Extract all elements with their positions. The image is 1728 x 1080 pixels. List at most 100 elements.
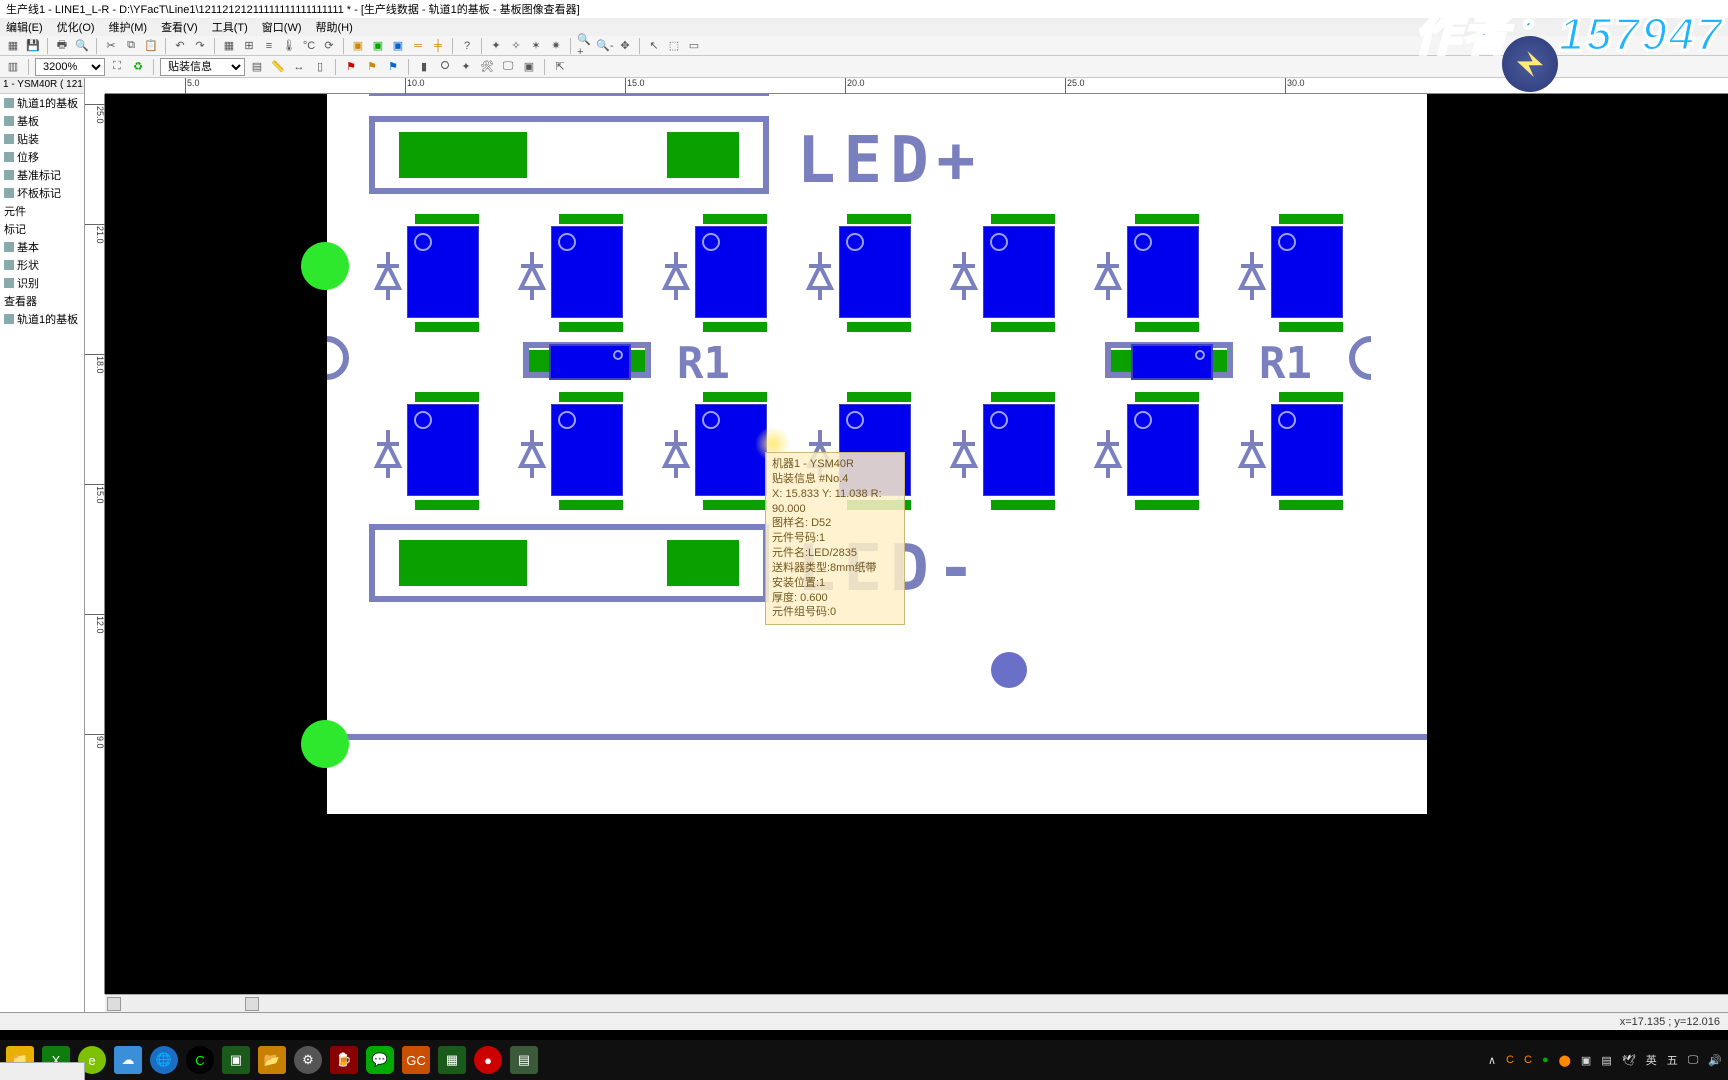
tray-ime[interactable]: 英 xyxy=(1646,1052,1657,1068)
tray-icon[interactable]: ∧ xyxy=(1488,1054,1496,1067)
pad[interactable] xyxy=(1135,500,1199,510)
grid-icon[interactable]: ▦ xyxy=(220,37,238,55)
list-icon[interactable]: ▤ xyxy=(248,58,266,76)
undo-icon[interactable]: ↶ xyxy=(171,37,189,55)
tool-icon[interactable]: 🛠 xyxy=(478,58,496,76)
component-led[interactable] xyxy=(1127,404,1199,496)
pad[interactable] xyxy=(703,214,767,224)
fiducial-green[interactable] xyxy=(301,242,349,290)
component-led[interactable] xyxy=(983,404,1055,496)
component-r1[interactable] xyxy=(549,344,631,380)
pad[interactable] xyxy=(559,322,623,332)
grid2-icon[interactable]: ⊞ xyxy=(240,37,258,55)
pad[interactable] xyxy=(399,540,527,586)
ruler-icon[interactable]: ═ xyxy=(409,37,427,55)
pad[interactable] xyxy=(703,322,767,332)
tray-icon[interactable]: ▤ xyxy=(1601,1054,1611,1067)
tree-fiducial[interactable]: 基准标记 xyxy=(0,166,84,184)
app-icon[interactable]: ▣ xyxy=(222,1046,250,1074)
board-icon[interactable]: ▣ xyxy=(349,37,367,55)
component-led[interactable] xyxy=(551,226,623,318)
pad[interactable] xyxy=(703,500,767,510)
menu-maintain[interactable]: 维护(M) xyxy=(109,19,148,35)
bars-icon[interactable]: ▮ xyxy=(415,58,433,76)
app-icon[interactable]: ▤ xyxy=(510,1046,538,1074)
pad[interactable] xyxy=(1135,392,1199,402)
pad[interactable] xyxy=(991,392,1055,402)
tray-icon[interactable]: 🕊 xyxy=(1622,1054,1636,1067)
fiducial-blue[interactable] xyxy=(991,652,1027,688)
ruler2-icon[interactable]: ╪ xyxy=(429,37,447,55)
export-icon[interactable]: ⇱ xyxy=(551,58,569,76)
dim-icon[interactable]: ↔ xyxy=(290,58,308,76)
new-icon[interactable]: ▦ xyxy=(4,37,22,55)
scrollbar-horizontal[interactable] xyxy=(105,994,1728,1012)
pad[interactable] xyxy=(1279,500,1343,510)
pad[interactable] xyxy=(415,500,479,510)
component-led[interactable] xyxy=(839,226,911,318)
cut-icon[interactable]: ✂ xyxy=(102,37,120,55)
tray-icon[interactable]: C xyxy=(1506,1054,1514,1066)
app-icon[interactable]: C xyxy=(186,1046,214,1074)
tree-badmark[interactable]: 坏板标记 xyxy=(0,184,84,202)
pad[interactable] xyxy=(991,500,1055,510)
pad[interactable] xyxy=(559,214,623,224)
tray-icon[interactable]: ⬤ xyxy=(1559,1054,1571,1067)
tree-viewer[interactable]: 查看器 xyxy=(0,292,84,310)
marquee-icon[interactable]: ▭ xyxy=(685,37,703,55)
help-icon[interactable]: ? xyxy=(458,37,476,55)
pad[interactable] xyxy=(847,214,911,224)
flag-blue-icon[interactable]: ⚑ xyxy=(384,58,402,76)
tree-mark[interactable]: 标记 xyxy=(0,220,84,238)
component-led[interactable] xyxy=(1271,226,1343,318)
pad[interactable] xyxy=(847,392,911,402)
component-led[interactable] xyxy=(695,226,767,318)
tree-basic[interactable]: 基本 xyxy=(0,238,84,256)
component-led[interactable] xyxy=(1271,404,1343,496)
wand3-icon[interactable]: ✶ xyxy=(527,37,545,55)
pan-icon[interactable]: ✥ xyxy=(616,37,634,55)
record-icon[interactable]: ● xyxy=(474,1046,502,1074)
app-icon[interactable]: GC xyxy=(402,1046,430,1074)
redo-icon[interactable]: ↷ xyxy=(191,37,209,55)
screen-icon[interactable]: 🖵 xyxy=(499,58,517,76)
component-r1b[interactable] xyxy=(1131,344,1213,380)
box-icon[interactable]: ▯ xyxy=(311,58,329,76)
pad[interactable] xyxy=(559,500,623,510)
menu-edit[interactable]: 编辑(E) xyxy=(6,19,43,35)
board3-icon[interactable]: ▣ xyxy=(389,37,407,55)
pad[interactable] xyxy=(1279,214,1343,224)
menu-tools[interactable]: 工具(T) xyxy=(212,19,248,35)
save-icon[interactable]: 💾 xyxy=(24,37,42,55)
wand2-icon[interactable]: ✧ xyxy=(507,37,525,55)
component-led[interactable] xyxy=(1127,226,1199,318)
zoom-in-icon[interactable]: 🔍+ xyxy=(576,37,594,55)
measure-icon[interactable]: 📏 xyxy=(269,58,287,76)
wechat-icon[interactable]: 💬 xyxy=(366,1046,394,1074)
pad[interactable] xyxy=(847,322,911,332)
align-icon[interactable]: ≡ xyxy=(260,37,278,55)
tree-mount[interactable]: 贴装 xyxy=(0,130,84,148)
menu-help[interactable]: 帮助(H) xyxy=(316,19,353,35)
temp2-icon[interactable]: °C xyxy=(300,37,318,55)
menu-window[interactable]: 窗口(W) xyxy=(262,19,302,35)
volume-icon[interactable]: 🔊 xyxy=(1708,1054,1722,1067)
component-led[interactable] xyxy=(551,404,623,496)
edge-icon[interactable]: 🌐 xyxy=(150,1046,178,1074)
tree-recognition[interactable]: 识别 xyxy=(0,274,84,292)
zoom-select[interactable]: 3200% xyxy=(35,58,105,76)
tree-board-root[interactable]: 轨道1的基板 xyxy=(0,94,84,112)
app-icon[interactable]: ▦ xyxy=(438,1046,466,1074)
paste-icon[interactable]: 📋 xyxy=(142,37,160,55)
component-led[interactable] xyxy=(407,404,479,496)
tree-board2[interactable]: 轨道1的基板 xyxy=(0,310,84,328)
pad[interactable] xyxy=(991,322,1055,332)
board2-icon[interactable]: ▣ xyxy=(369,37,387,55)
off-icon[interactable]: ⭘ xyxy=(436,58,454,76)
sync-icon[interactable]: ⟳ xyxy=(320,37,338,55)
pointer-icon[interactable]: ↖ xyxy=(645,37,663,55)
tree-component[interactable]: 元件 xyxy=(0,202,84,220)
pad[interactable] xyxy=(1279,322,1343,332)
cloud-icon[interactable]: ☁ xyxy=(114,1046,142,1074)
app-icon[interactable]: 🍺 xyxy=(330,1046,358,1074)
